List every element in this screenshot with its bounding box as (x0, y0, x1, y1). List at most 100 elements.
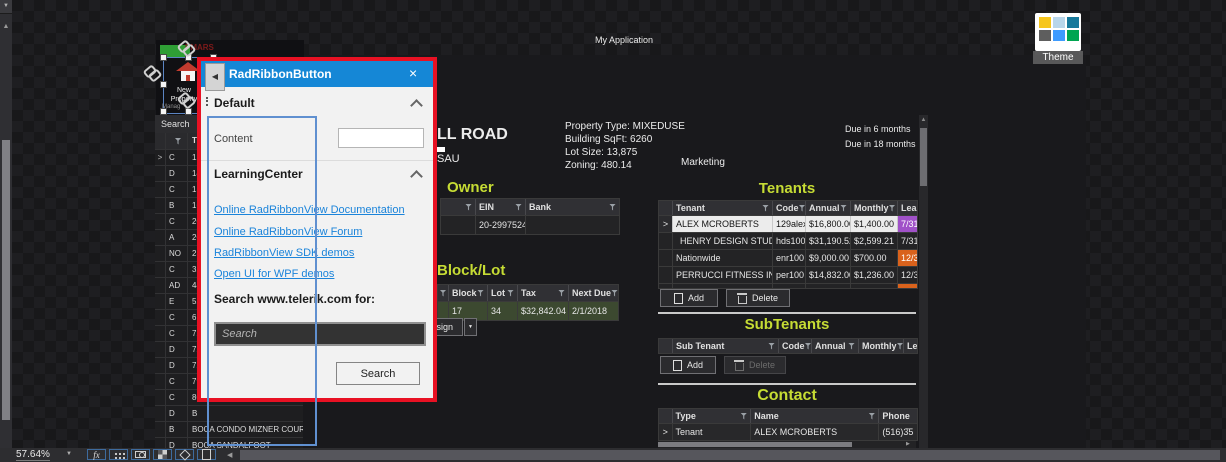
subtenants-col-subtenant[interactable]: Sub Tenant (673, 339, 779, 353)
blocklot-col-indicator[interactable] (438, 285, 449, 301)
owner-col-ein[interactable]: EIN (476, 199, 526, 215)
left-scrollbar[interactable]: ▼ ▲ (0, 0, 12, 448)
theme-swatch-card[interactable] (1035, 13, 1081, 51)
selection-handle[interactable] (185, 108, 192, 115)
effects-toggle-button[interactable]: fx (87, 449, 106, 460)
tenants-delete-button[interactable]: Delete (726, 289, 790, 307)
sidebar-row[interactable]: B BOCA CONDO MIZNER COURT (155, 422, 303, 438)
tenants-row[interactable]: > ALEX MCROBERTS 129alex $16,800.00 $1,4… (659, 215, 917, 232)
filter-icon[interactable] (174, 137, 182, 145)
owner-col-bank[interactable]: Bank (526, 199, 619, 215)
filter-icon[interactable] (840, 204, 847, 212)
filter-icon[interactable] (477, 289, 484, 297)
filter-icon[interactable] (896, 342, 903, 350)
blocklot-col-lot[interactable]: Lot (488, 285, 518, 301)
subtenants-col-lease[interactable]: Lease (904, 339, 917, 353)
theme-swatch-yellow[interactable] (1039, 17, 1051, 28)
subtenants-col-annual[interactable]: Annual (812, 339, 859, 353)
tenants-add-button[interactable]: Add (660, 289, 718, 307)
snapping-toggle-button[interactable] (175, 448, 194, 461)
contact-dropdown-icon[interactable]: ▼ (905, 427, 910, 433)
tenants-row[interactable]: HENRY DESIGN STUDIO hds100 $31,190.52 $2… (659, 232, 917, 249)
subtenants-delete-button[interactable]: Delete (724, 356, 786, 374)
chevron-up-icon[interactable] (410, 170, 423, 183)
scroll-left-icon[interactable]: ◀ (227, 451, 232, 459)
filter-icon[interactable] (888, 204, 896, 212)
default-section-header[interactable]: Default (214, 96, 255, 110)
anchor-chain-icon[interactable] (142, 64, 163, 83)
anchor-chain-icon[interactable] (176, 91, 197, 110)
link-wpf-demos[interactable]: Open UI for WPF demos (214, 268, 334, 280)
back-arrow-button[interactable]: ◀ (205, 63, 225, 91)
blocklot-col-block[interactable]: Block (449, 285, 488, 301)
grid-toggle-button[interactable] (109, 449, 128, 460)
filter-icon[interactable] (868, 412, 876, 420)
scroll-dropdown-icon[interactable]: ▼ (0, 0, 12, 14)
owner-row[interactable]: 20-2997524 (441, 215, 619, 234)
telerik-search-input[interactable] (214, 322, 426, 346)
theme-swatch-lightblue[interactable] (1053, 17, 1065, 28)
document-outline-button[interactable] (197, 449, 216, 460)
filter-icon[interactable] (439, 289, 447, 297)
selection-handle[interactable] (160, 108, 167, 115)
tenants-col-tenant[interactable]: Tenant (673, 201, 773, 215)
filter-icon[interactable] (762, 204, 769, 212)
chevron-up-icon[interactable] (410, 99, 423, 112)
selection-handle[interactable] (160, 54, 167, 61)
scrollbar-thumb[interactable] (658, 442, 852, 447)
content-scrollbar[interactable]: ▲ (919, 115, 928, 448)
link-forum[interactable]: Online RadRibbonView Forum (214, 226, 362, 238)
scroll-right-icon[interactable]: ▶ (906, 441, 910, 448)
contact-col-phone[interactable]: Phone (879, 409, 917, 423)
contact-col-type[interactable]: Type (673, 409, 752, 423)
filter-icon[interactable] (804, 342, 811, 350)
hscrollbar-thumb[interactable] (240, 450, 1220, 460)
selection-handle[interactable] (160, 81, 167, 88)
filter-icon[interactable] (609, 203, 616, 211)
assign-dropdown-icon[interactable]: ▼ (464, 318, 477, 336)
learningcenter-section-header[interactable]: LearningCenter (214, 167, 303, 181)
subtenants-col-code[interactable]: Code (779, 339, 812, 353)
anchor-chain-icon[interactable] (176, 39, 197, 58)
filter-icon[interactable] (740, 412, 748, 420)
sidebar-row[interactable]: D BOCA SANDALFOOT (155, 438, 303, 448)
filter-icon[interactable] (465, 203, 472, 211)
tenants-row[interactable]: Nationwide enr100 $9,000.00 $700.00 12/3 (659, 249, 917, 266)
filter-icon[interactable] (515, 203, 522, 211)
contact-col-name[interactable]: Name (751, 409, 880, 423)
chevron-down-icon[interactable]: ▼ (66, 451, 72, 457)
artboard-background-toggle[interactable] (153, 449, 172, 460)
blocklot-col-nextdue[interactable]: Next Due (569, 285, 618, 301)
tenants-col-annual[interactable]: Annual (806, 201, 851, 215)
theme-swatch-green[interactable] (1067, 30, 1079, 41)
filter-icon[interactable] (558, 289, 565, 297)
zoom-level-dropdown[interactable]: 57.64% (16, 449, 50, 461)
telerik-search-button[interactable]: Search (336, 362, 420, 385)
tenants-col-lease[interactable]: Lease (898, 201, 917, 215)
scrollbar-thumb[interactable] (2, 140, 10, 420)
content-input[interactable] (338, 128, 424, 148)
tenants-col-code[interactable]: Code (773, 201, 806, 215)
close-icon[interactable]: × (409, 65, 417, 81)
link-documentation[interactable]: Online RadRibbonView Documentation (214, 204, 405, 216)
filter-icon[interactable] (507, 289, 514, 297)
blocklot-col-tax[interactable]: Tax (518, 285, 569, 301)
filter-icon[interactable] (611, 289, 618, 297)
theme-swatch-gray[interactable] (1039, 30, 1051, 41)
link-sdk-demos[interactable]: RadRibbonView SDK demos (214, 247, 354, 259)
scroll-up-icon[interactable]: ▲ (919, 117, 928, 123)
tenants-col-monthly[interactable]: Monthly (851, 201, 898, 215)
subtenants-col-monthly[interactable]: Monthly (859, 339, 904, 353)
contact-hscrollbar[interactable]: ▶ (658, 441, 916, 448)
subtenants-add-button[interactable]: Add (660, 356, 716, 374)
snapshot-button[interactable] (131, 449, 150, 460)
sidebar-filter[interactable] (166, 133, 188, 149)
sidebar-row[interactable]: DB (155, 406, 303, 422)
filter-icon[interactable] (768, 342, 775, 350)
owner-col-indicator[interactable] (441, 199, 476, 215)
filter-icon[interactable] (798, 204, 805, 212)
theme-swatch-blue[interactable] (1053, 30, 1065, 41)
scrollbar-thumb[interactable] (920, 128, 927, 186)
tenants-row[interactable]: PERRUCCI FITNESS INC per100 $14,832.00 $… (659, 266, 917, 283)
scroll-up-icon[interactable]: ▲ (0, 22, 12, 32)
